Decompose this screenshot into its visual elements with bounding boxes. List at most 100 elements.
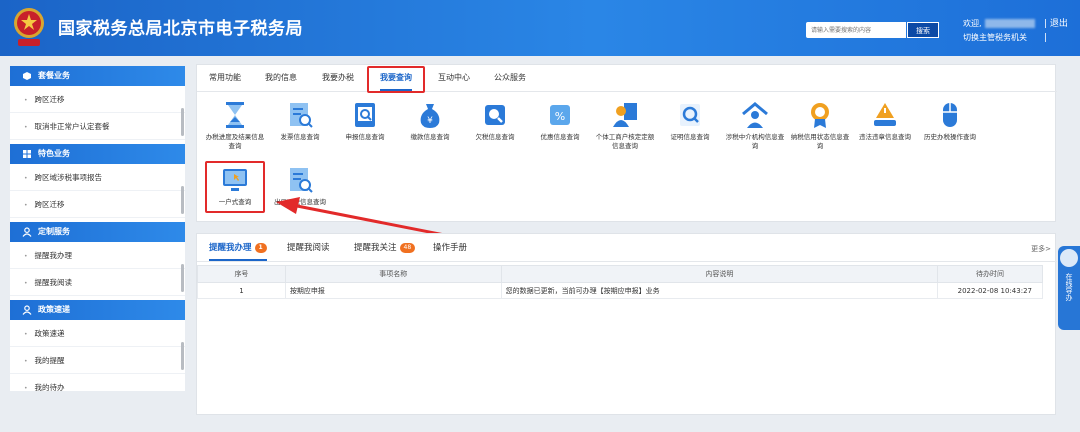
- tab-public-service[interactable]: 公众服务: [494, 65, 526, 91]
- query-item-label: 申报信息查询: [345, 133, 385, 141]
- warning-person-icon: [874, 103, 896, 126]
- logout-area: | 退出 |: [1044, 17, 1068, 45]
- svg-text:¥: ¥: [427, 116, 433, 126]
- query-item[interactable]: 发票信息查询: [268, 100, 332, 142]
- sidebar-item[interactable]: 我的提醒: [10, 347, 185, 374]
- column-header: 待办时间: [937, 265, 1043, 283]
- discount-tag-icon: %: [550, 105, 570, 125]
- welcome-area: 欢迎, 切换主管税务机关: [963, 17, 1035, 45]
- search-input[interactable]: [806, 22, 906, 38]
- site-title: 国家税务总局北京市电子税务局: [58, 19, 303, 39]
- credit-medal-icon: [811, 103, 829, 128]
- cell-time: 2022-02-08 10:43:27: [937, 282, 1043, 299]
- tab-tax-handling[interactable]: 我要办税: [322, 65, 354, 91]
- tab-remind-read[interactable]: 提醒我阅读: [287, 234, 330, 261]
- export-refund-icon: [290, 168, 313, 193]
- declaration-search-icon: [355, 103, 375, 127]
- sidebar-item[interactable]: 跨区域涉税事项报告: [10, 164, 185, 191]
- national-emblem-icon: [14, 8, 44, 46]
- svg-text:%: %: [555, 110, 565, 123]
- query-item-label: 优惠信息查询: [540, 133, 580, 141]
- person-doc-icon: [613, 103, 637, 127]
- query-item-label: 办税进度及结果信息查询: [205, 133, 265, 150]
- scrollbar[interactable]: [181, 108, 184, 136]
- query-item[interactable]: 办税进度及结果信息查询: [203, 100, 267, 151]
- switch-agency-link[interactable]: 切换主管税务机关: [963, 31, 1035, 45]
- helper-text: 在线导办: [1065, 273, 1073, 301]
- sidebar-item[interactable]: 跨区迁移: [10, 86, 185, 113]
- arrears-search-icon: [485, 105, 505, 125]
- tab-remind-handle[interactable]: 提醒我办理 1: [209, 234, 267, 261]
- sidebar-item[interactable]: 跨区迁移: [10, 191, 185, 218]
- query-item-label: 缴款信息查询: [410, 133, 450, 141]
- section-body: 政策速递 我的提醒 我的待办: [10, 320, 185, 391]
- invoice-search-icon: [290, 103, 313, 128]
- tab-common[interactable]: 常用功能: [209, 65, 241, 91]
- query-item-label: 涉税中介机构信息查询: [725, 133, 785, 150]
- query-item-label: 出口退税信息查询: [274, 198, 326, 206]
- query-item[interactable]: 个体工商户核定定额信息查询: [593, 100, 657, 151]
- main-tabs: 常用功能 我的信息 我要办税 我要查询 互动中心 公众服务: [197, 65, 1057, 92]
- cube-icon: [23, 72, 31, 80]
- query-item[interactable]: 历史办税操作查询: [918, 100, 982, 142]
- query-item-label: 历史办税操作查询: [924, 133, 976, 141]
- sidebar-item[interactable]: 政策速递: [10, 320, 185, 347]
- table-header-row: 序号 事项名称 内容说明 待办时间: [197, 265, 1043, 283]
- column-header: 事项名称: [284, 265, 502, 283]
- table-row[interactable]: 1 按期应申报 您的数据已更新，当前可办理【按期应申报】业务 2022-02-0…: [197, 282, 1043, 299]
- highlight-box: [367, 66, 425, 93]
- query-item[interactable]: 涉税中介机构信息查询: [723, 100, 787, 151]
- query-item[interactable]: 违法违章信息查询: [853, 100, 917, 142]
- query-item[interactable]: 欠税信息查询: [463, 100, 527, 142]
- todo-table: 序号 事项名称 内容说明 待办时间 1 按期应申报 您的数据已更新，当前可办理【…: [197, 265, 1043, 299]
- tab-remind-follow[interactable]: 提醒我关注 48: [354, 234, 416, 261]
- sidebar-item[interactable]: 提醒我办理: [10, 242, 185, 269]
- query-item-label: 证明信息查询: [670, 133, 710, 141]
- section-header[interactable]: 定制服务: [10, 222, 185, 242]
- logout-link[interactable]: | 退出: [1044, 17, 1068, 31]
- query-item-label: 欠税信息查询: [475, 133, 515, 141]
- query-item[interactable]: % 优惠信息查询: [528, 100, 592, 142]
- search-button[interactable]: 搜索: [907, 22, 939, 38]
- query-item-label: 违法违章信息查询: [859, 133, 911, 141]
- query-item[interactable]: 纳税信用状态信息查询: [788, 100, 852, 151]
- scrollbar[interactable]: [181, 342, 184, 370]
- query-item-label: 纳税信用状态信息查询: [790, 133, 850, 150]
- more-link[interactable]: 更多>: [1031, 244, 1051, 254]
- column-header: 序号: [197, 265, 286, 283]
- query-item[interactable]: 证明信息查询: [658, 100, 722, 142]
- query-item[interactable]: 申报信息查询: [333, 100, 397, 142]
- sidebar-item[interactable]: 提醒我阅读: [10, 269, 185, 296]
- tab-interaction[interactable]: 互动中心: [438, 65, 470, 91]
- sidebar-item[interactable]: 取消非正常户认定套餐: [10, 113, 185, 140]
- certificate-search-icon: [680, 104, 700, 126]
- cell-item-name[interactable]: 按期应申报: [284, 282, 502, 299]
- user-icon: [22, 305, 32, 315]
- section-header[interactable]: 套餐业务: [10, 66, 185, 86]
- cell-description: 您的数据已更新，当前可办理【按期应申报】业务: [500, 282, 939, 299]
- tab-manual[interactable]: 操作手册: [433, 234, 467, 261]
- top-header: 国家税务总局北京市电子税务局 搜索 欢迎, 切换主管税务机关 | 退出 |: [0, 0, 1080, 56]
- query-panel: 常用功能 我的信息 我要办税 我要查询 互动中心 公众服务 办税进度及结果信息查…: [196, 64, 1057, 222]
- reminder-tabs: 提醒我办理 1 提醒我阅读 提醒我关注 48 操作手册 更多>: [197, 234, 1057, 262]
- hourglass-icon: [226, 102, 244, 128]
- query-item[interactable]: 出口退税信息查询: [268, 165, 332, 207]
- scrollbar[interactable]: [181, 264, 184, 292]
- welcome-text: 欢迎,: [963, 19, 982, 28]
- user-icon: [22, 227, 32, 237]
- section-header[interactable]: 特色业务: [10, 144, 185, 164]
- query-item[interactable]: ¥ 缴款信息查询: [398, 100, 462, 142]
- highlight-box: [205, 161, 265, 213]
- count-badge: 1: [254, 242, 267, 253]
- divider: |: [1044, 33, 1048, 43]
- query-item-label: 发票信息查询: [280, 133, 320, 141]
- tab-my-info[interactable]: 我的信息: [265, 65, 297, 91]
- online-guide-button[interactable]: 在线导办: [1058, 246, 1080, 330]
- agency-house-icon: [742, 102, 768, 128]
- cell-index: 1: [197, 282, 286, 299]
- column-header: 内容说明: [500, 265, 939, 283]
- sidebar: 套餐业务 跨区迁移 取消非正常户认定套餐 跨区税源登记报告 特色业务 跨区域涉税…: [10, 66, 185, 391]
- section-header[interactable]: 政策速递: [10, 300, 185, 320]
- scrollbar[interactable]: [181, 186, 184, 214]
- sidebar-item[interactable]: 我的待办: [10, 374, 185, 391]
